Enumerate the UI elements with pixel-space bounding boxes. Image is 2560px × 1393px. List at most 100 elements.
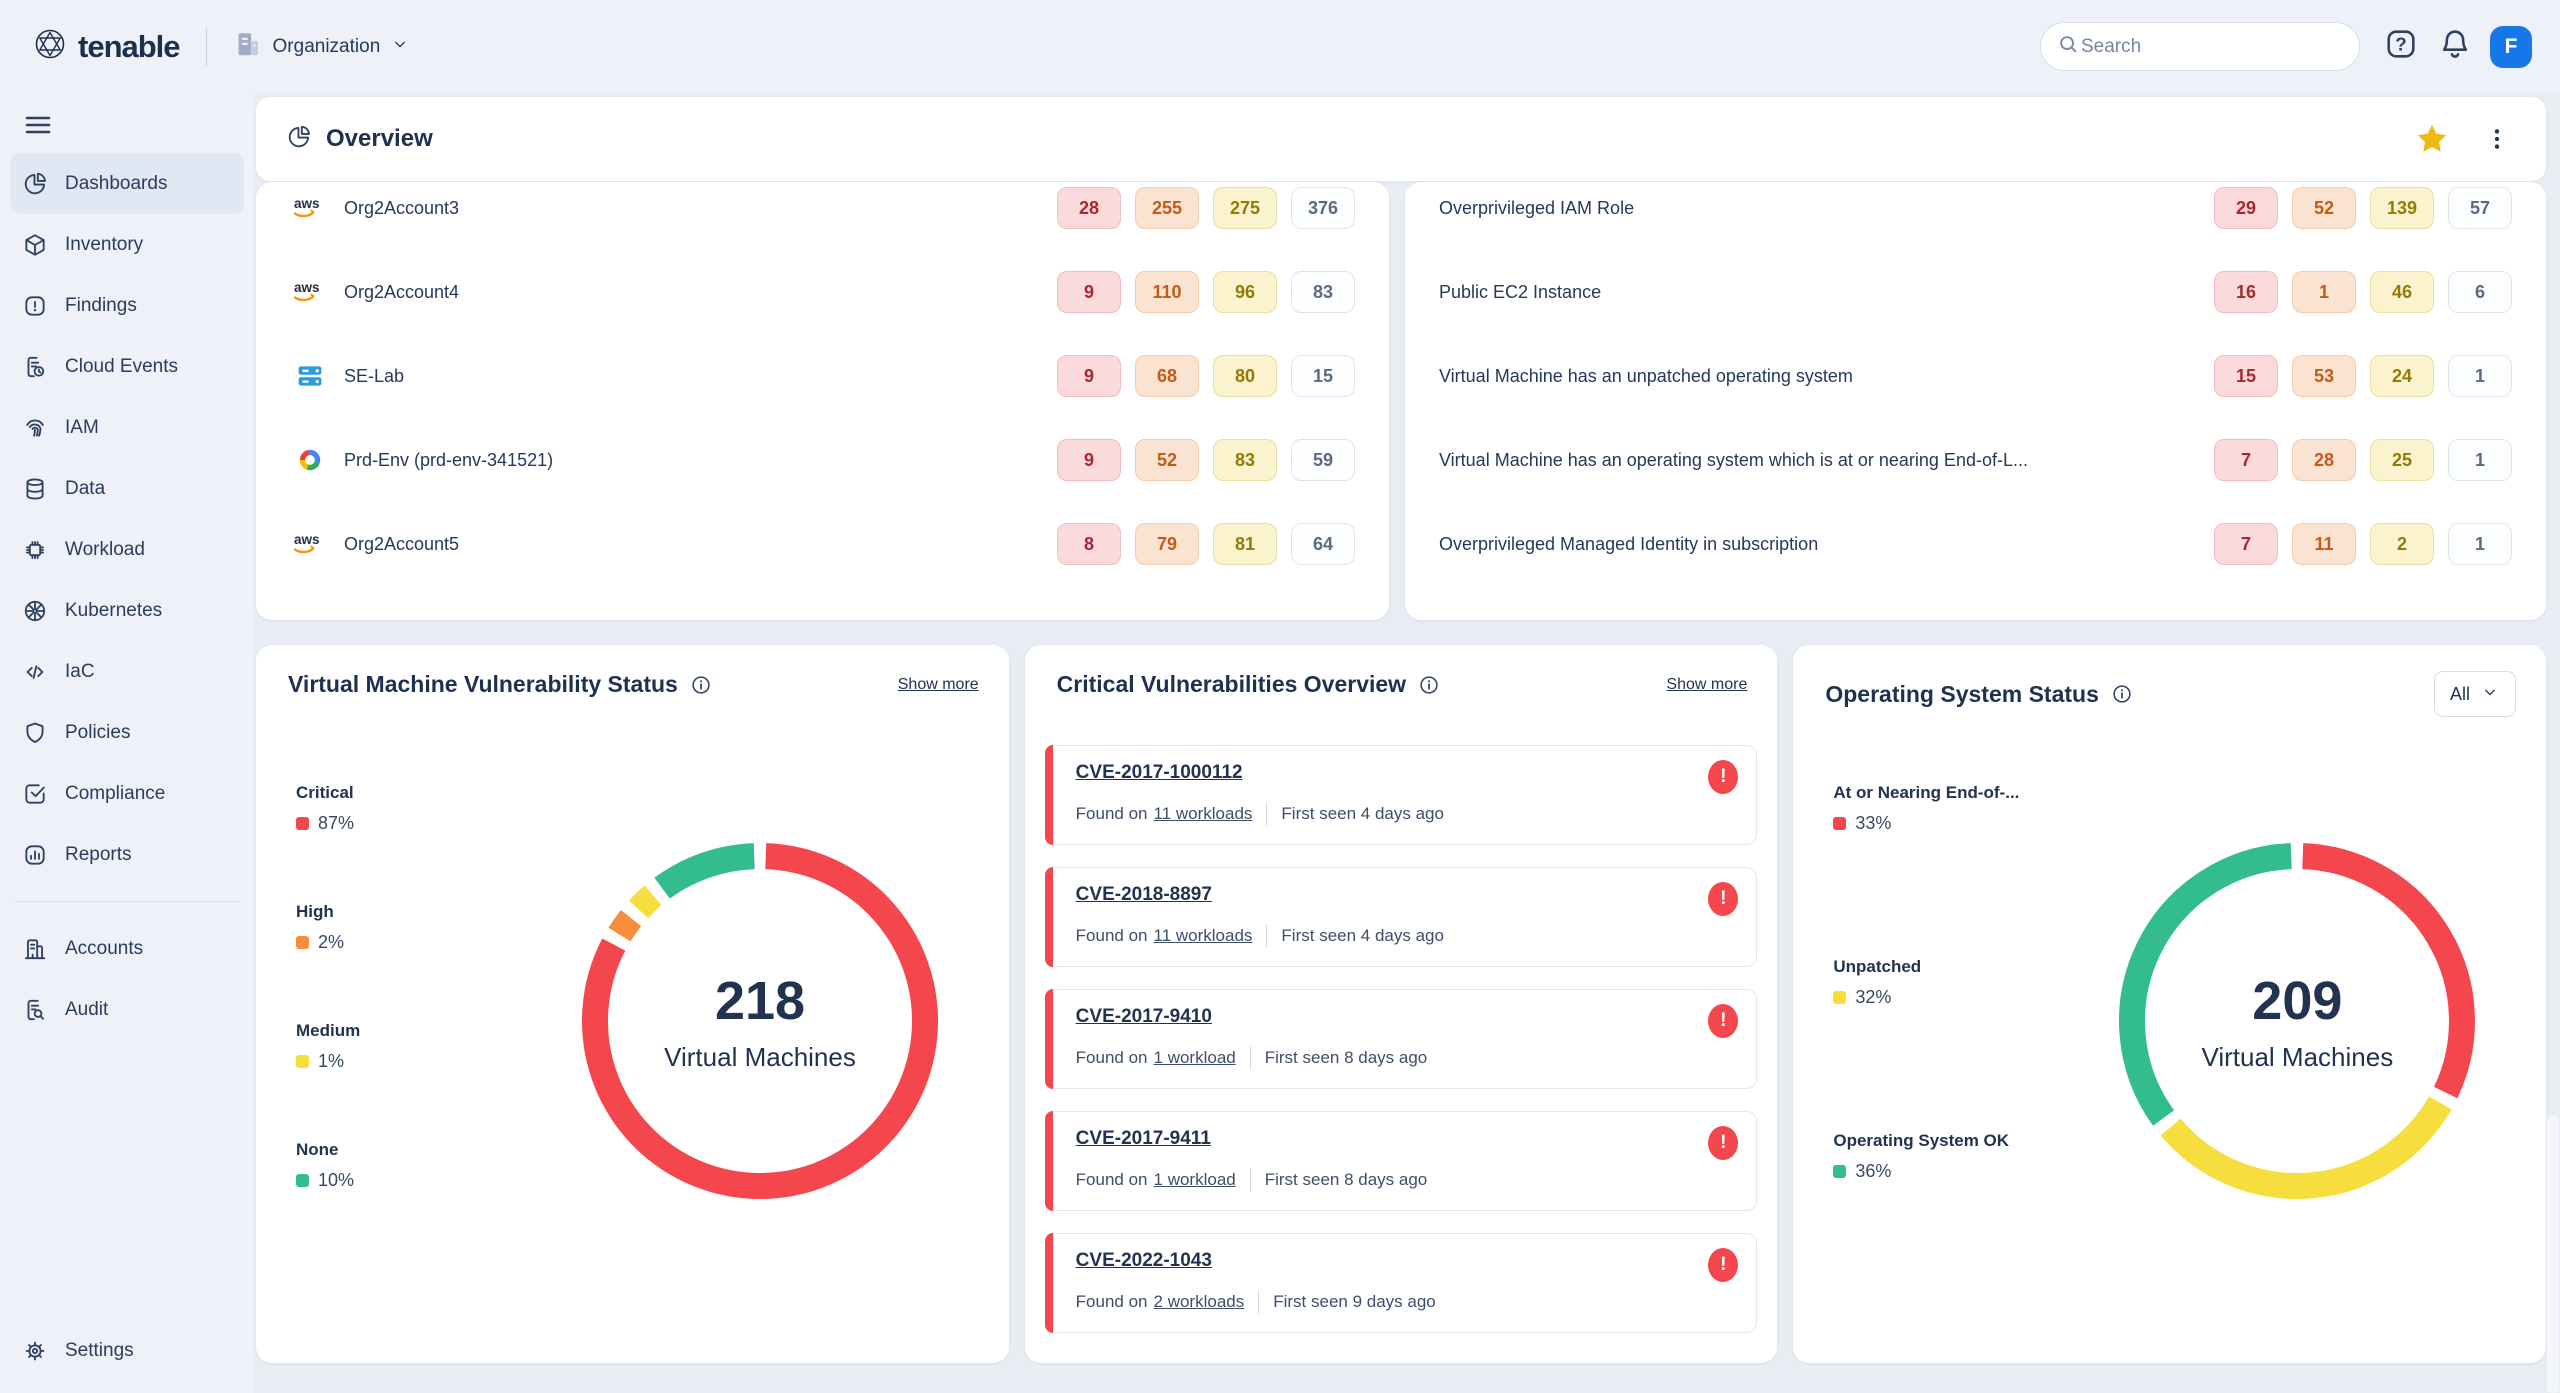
sidebar-item-kubernetes[interactable]: Kubernetes xyxy=(10,580,244,641)
severity-badge-none[interactable]: 64 xyxy=(1291,523,1355,565)
severity-badge-none[interactable]: 15 xyxy=(1291,355,1355,397)
severity-badge-none[interactable]: 57 xyxy=(2448,187,2512,229)
donut-segment-none[interactable] xyxy=(662,856,754,888)
sidebar-item-audit[interactable]: Audit xyxy=(10,979,244,1040)
sidebar-item-data[interactable]: Data xyxy=(10,458,244,519)
cve-link[interactable]: CVE-2022-1043 xyxy=(1076,1250,1212,1272)
sidebar-collapse-button[interactable] xyxy=(24,113,52,137)
donut-segment-at-or-nearing-end-of[interactable] xyxy=(2303,856,2462,1092)
severity-badge-medium[interactable]: 81 xyxy=(1213,523,1277,565)
severity-badge-none[interactable]: 6 xyxy=(2448,271,2512,313)
sidebar-item-reports[interactable]: Reports xyxy=(10,824,244,885)
show-more-link[interactable]: Show more xyxy=(898,676,979,694)
severity-badge-medium[interactable]: 96 xyxy=(1213,271,1277,313)
account-row[interactable]: awsOrg2Account491109683 xyxy=(256,250,1389,334)
severity-badge-medium[interactable]: 24 xyxy=(2370,355,2434,397)
severity-badge-critical[interactable]: 15 xyxy=(2214,355,2278,397)
show-more-link[interactable]: Show more xyxy=(1666,676,1747,694)
cve-list-item[interactable]: CVE-2017-9411Found on1 workloadFirst see… xyxy=(1045,1111,1758,1211)
workloads-link[interactable]: 2 workloads xyxy=(1154,1292,1245,1312)
severity-badge-medium[interactable]: 139 xyxy=(2370,187,2434,229)
severity-badge-high[interactable]: 79 xyxy=(1135,523,1199,565)
organization-switcher[interactable]: Organization xyxy=(233,29,411,64)
policy-row[interactable]: Public EC2 Instance161466 xyxy=(1405,250,2546,334)
severity-badge-high[interactable]: 1 xyxy=(2292,271,2356,313)
cve-link[interactable]: CVE-2017-9410 xyxy=(1076,1006,1212,1028)
severity-badge-none[interactable]: 1 xyxy=(2448,355,2512,397)
sidebar-item-dashboards[interactable]: Dashboards xyxy=(10,153,244,214)
sidebar-item-compliance[interactable]: Compliance xyxy=(10,763,244,824)
help-button[interactable]: ? xyxy=(2382,28,2420,66)
severity-badge-none[interactable]: 83 xyxy=(1291,271,1355,313)
sidebar-item-cloud-events[interactable]: Cloud Events xyxy=(10,336,244,397)
severity-badge-high[interactable]: 52 xyxy=(1135,439,1199,481)
favorite-star-button[interactable] xyxy=(2414,121,2450,157)
kebab-menu-button[interactable] xyxy=(2484,126,2510,152)
severity-badge-medium[interactable]: 2 xyxy=(2370,523,2434,565)
severity-badge-critical[interactable]: 7 xyxy=(2214,439,2278,481)
severity-badge-medium[interactable]: 83 xyxy=(1213,439,1277,481)
sidebar-item-workload[interactable]: Workload xyxy=(10,519,244,580)
cve-link[interactable]: CVE-2018-8897 xyxy=(1076,884,1212,906)
tenable-logo[interactable]: tenable xyxy=(30,24,180,69)
cve-list-item[interactable]: CVE-2018-8897Found on11 workloadsFirst s… xyxy=(1045,867,1758,967)
info-icon[interactable] xyxy=(690,674,712,696)
account-row[interactable]: awsOrg2Account328255275376 xyxy=(256,182,1389,250)
severity-badge-none[interactable]: 59 xyxy=(1291,439,1355,481)
donut-segment-unpatched[interactable] xyxy=(2171,1103,2441,1186)
sidebar-item-inventory[interactable]: Inventory xyxy=(10,214,244,275)
account-row[interactable]: SE-Lab9688015 xyxy=(256,334,1389,418)
severity-badge-none[interactable]: 1 xyxy=(2448,439,2512,481)
cve-list-item[interactable]: CVE-2017-1000112Found on11 workloadsFirs… xyxy=(1045,745,1758,845)
cve-list-item[interactable]: CVE-2017-9410Found on1 workloadFirst see… xyxy=(1045,989,1758,1089)
search-input[interactable] xyxy=(2079,35,2351,59)
account-row[interactable]: awsOrg2Account58798164 xyxy=(256,502,1389,586)
severity-badge-critical[interactable]: 29 xyxy=(2214,187,2278,229)
severity-badge-high[interactable]: 68 xyxy=(1135,355,1199,397)
severity-badge-high[interactable]: 110 xyxy=(1135,271,1199,313)
severity-badge-critical[interactable]: 9 xyxy=(1057,355,1121,397)
severity-badge-high[interactable]: 53 xyxy=(2292,355,2356,397)
severity-badge-medium[interactable]: 80 xyxy=(1213,355,1277,397)
donut-segment-high[interactable] xyxy=(619,918,631,934)
severity-badge-critical[interactable]: 9 xyxy=(1057,439,1121,481)
severity-badge-high[interactable]: 11 xyxy=(2292,523,2356,565)
policy-row[interactable]: Virtual Machine has an operating system … xyxy=(1405,418,2546,502)
sidebar-item-findings[interactable]: Findings xyxy=(10,275,244,336)
severity-badge-critical[interactable]: 9 xyxy=(1057,271,1121,313)
severity-badge-critical[interactable]: 16 xyxy=(2214,271,2278,313)
workloads-link[interactable]: 1 workload xyxy=(1154,1170,1236,1190)
sidebar-item-accounts[interactable]: Accounts xyxy=(10,918,244,979)
notifications-button[interactable] xyxy=(2436,28,2474,66)
donut-segment-operating-system-ok[interactable] xyxy=(2132,856,2291,1118)
workloads-link[interactable]: 11 workloads xyxy=(1154,804,1253,824)
severity-badge-medium[interactable]: 25 xyxy=(2370,439,2434,481)
severity-badge-high[interactable]: 28 xyxy=(2292,439,2356,481)
user-avatar[interactable]: F xyxy=(2490,26,2532,68)
cve-link[interactable]: CVE-2017-9411 xyxy=(1076,1128,1211,1150)
policy-row[interactable]: Overprivileged IAM Role295213957 xyxy=(1405,182,2546,250)
os-filter-dropdown[interactable]: All xyxy=(2434,671,2516,717)
severity-badge-high[interactable]: 255 xyxy=(1135,187,1199,229)
severity-badge-high[interactable]: 52 xyxy=(2292,187,2356,229)
severity-badge-none[interactable]: 1 xyxy=(2448,523,2512,565)
global-search[interactable] xyxy=(2040,22,2360,71)
workloads-link[interactable]: 1 workload xyxy=(1154,1048,1236,1068)
severity-badge-medium[interactable]: 46 xyxy=(2370,271,2434,313)
info-icon[interactable] xyxy=(1418,674,1440,696)
severity-badge-none[interactable]: 376 xyxy=(1291,187,1355,229)
severity-badge-critical[interactable]: 8 xyxy=(1057,523,1121,565)
severity-badge-medium[interactable]: 275 xyxy=(1213,187,1277,229)
sidebar-item-iac[interactable]: IaC xyxy=(10,641,244,702)
donut-segment-medium[interactable] xyxy=(639,895,654,909)
scrollbar-thumb[interactable] xyxy=(2547,1115,2559,1393)
policy-row[interactable]: Overprivileged Managed Identity in subsc… xyxy=(1405,502,2546,586)
cve-list-item[interactable]: CVE-2022-1043Found on2 workloadsFirst se… xyxy=(1045,1233,1758,1333)
sidebar-item-policies[interactable]: Policies xyxy=(10,702,244,763)
account-row[interactable]: Prd-Env (prd-env-341521)9528359 xyxy=(256,418,1389,502)
sidebar-item-settings[interactable]: Settings xyxy=(10,1323,244,1379)
cve-link[interactable]: CVE-2017-1000112 xyxy=(1076,762,1243,784)
policy-row[interactable]: Virtual Machine has an unpatched operati… xyxy=(1405,334,2546,418)
severity-badge-critical[interactable]: 28 xyxy=(1057,187,1121,229)
workloads-link[interactable]: 11 workloads xyxy=(1154,926,1253,946)
